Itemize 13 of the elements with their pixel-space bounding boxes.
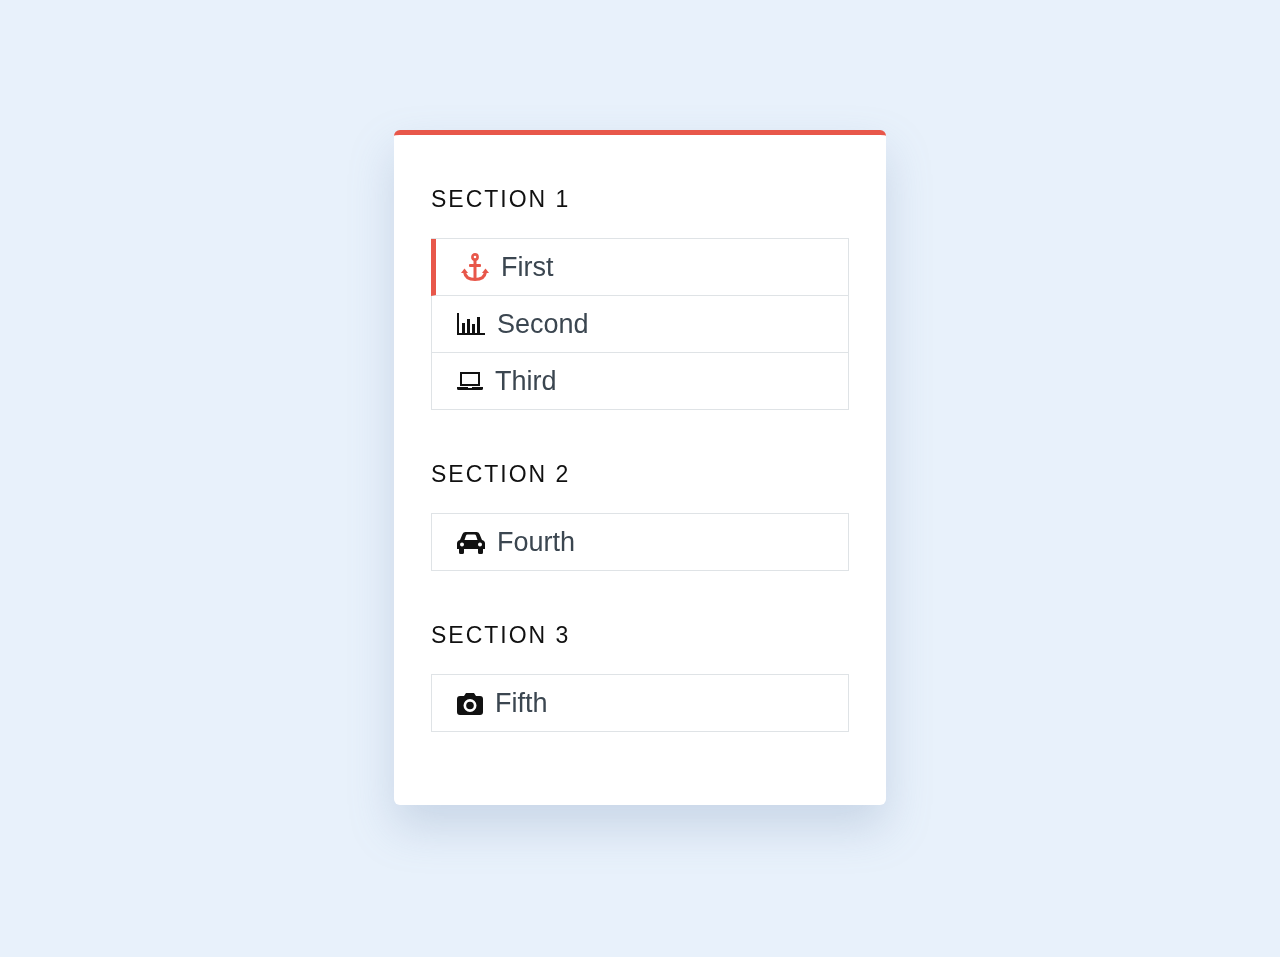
menu-item[interactable]: Fourth [431,514,848,571]
section-heading: SECTION 1 [431,186,572,212]
camera-icon [457,691,483,715]
bar-chart-icon [457,313,485,335]
menu-item[interactable]: Second [431,296,848,353]
section-heading: SECTION 3 [431,622,572,648]
car-icon [457,530,485,554]
menu-item[interactable]: First [431,239,848,296]
menu-item[interactable]: Fifth [431,675,848,732]
laptop-icon [457,372,483,390]
anchor-icon [461,253,489,281]
section-heading: SECTION 2 [431,461,572,487]
menu-item[interactable]: Third [431,353,848,410]
